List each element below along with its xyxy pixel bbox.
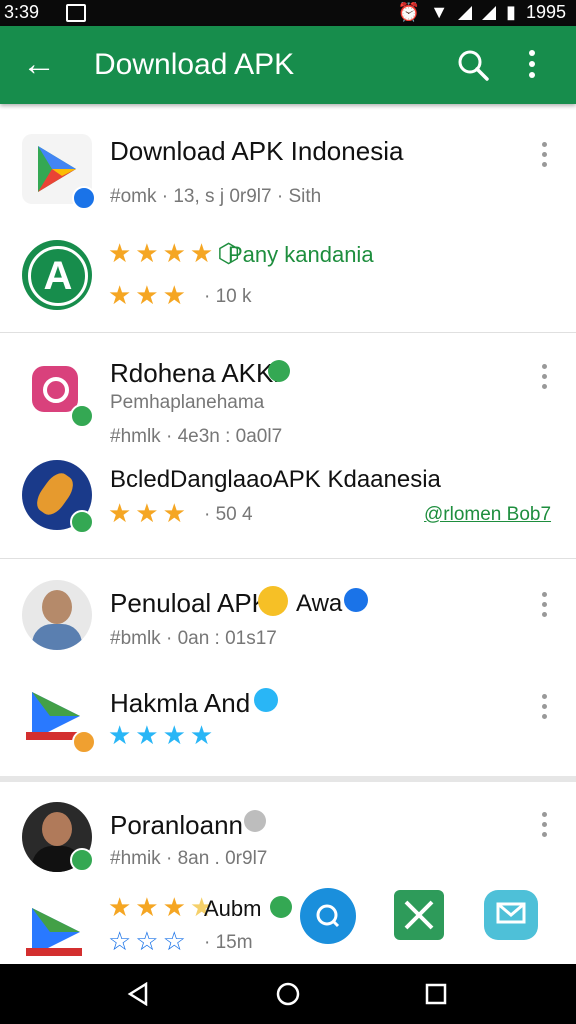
message-icon	[496, 902, 526, 924]
battery-percent: 1995	[525, 2, 566, 22]
app-name: BcledDanglaaoAPK Kdaanesia	[110, 466, 441, 493]
app-name-suffix: Awa	[296, 590, 343, 617]
rating-stars: ★★★★⬡	[108, 238, 244, 268]
list-item[interactable]: BcledDanglaaoAPK Kdaanesia ★★★ · 50 4 @r…	[0, 446, 576, 558]
page-title: Download APK	[94, 48, 295, 81]
back-arrow-icon[interactable]: ←	[22, 44, 56, 84]
developer-link[interactable]: @rlomen Bob7	[424, 504, 551, 526]
play-store-icon	[22, 896, 92, 966]
verified-badge-icon	[70, 404, 94, 428]
list-item[interactable]: A ★★★★⬡ Pany kandania ★★★ · 10 k	[0, 220, 576, 332]
verified-badge-icon	[72, 186, 96, 210]
app-name: Rdohena AKKl	[110, 358, 280, 388]
pending-badge-icon	[244, 810, 266, 832]
item-menu-icon[interactable]	[542, 592, 550, 622]
list-item[interactable]: Penuloal APK Awa #bmlk · 0an : 01s17	[0, 560, 576, 660]
battery-icon: ▮	[506, 2, 516, 22]
tools-fab[interactable]	[394, 890, 444, 940]
search-fab[interactable]	[300, 888, 356, 944]
message-fab[interactable]	[484, 890, 538, 940]
avatar	[22, 580, 92, 650]
back-icon[interactable]	[126, 982, 150, 1006]
app-subtitle: Pemhaplanehama	[110, 392, 265, 413]
app-bar: ← Download APK	[0, 26, 576, 104]
app-logo-a-icon: A	[22, 240, 92, 310]
item-menu-icon[interactable]	[542, 694, 550, 724]
verified-badge-icon	[268, 360, 290, 382]
app-name: Pany kandania	[228, 242, 374, 267]
card-2: Rdohena AKKl Pemhaplanehama #hmlk · 4e3n…	[0, 334, 576, 559]
search-icon	[316, 904, 340, 928]
badge-icon	[72, 730, 96, 754]
emoji-icon	[258, 586, 288, 616]
app-name: Hakmla And	[110, 688, 251, 718]
status-icons: ⏰ ▼ ▮ 1995	[398, 2, 566, 23]
app-meta: · 10 k	[204, 286, 252, 307]
rating-stars: ☆☆☆	[108, 926, 190, 956]
signal-icon	[458, 5, 473, 20]
home-icon[interactable]	[276, 982, 300, 1006]
tools-icon	[404, 900, 434, 930]
verified-badge-icon	[70, 510, 94, 534]
list-item[interactable]: Rdohena AKKl Pemhaplanehama #hmlk · 4e3n…	[0, 334, 576, 447]
app-meta: #omk · 13, s j 0r9l7 · Sith	[110, 186, 322, 207]
app-meta: · 15m	[204, 932, 253, 953]
verified-badge-icon	[344, 588, 368, 612]
search-icon[interactable]	[456, 48, 490, 82]
recents-icon[interactable]	[424, 982, 448, 1006]
image-notification-icon	[66, 4, 86, 22]
app-name: Download APK Indonesia	[110, 136, 404, 166]
system-nav-bar	[0, 964, 576, 1024]
app-meta: #bmlk · 0an : 01s17	[110, 628, 277, 649]
clock: 3:39	[4, 2, 40, 22]
status-bar: 3:39 ⏰ ▼ ▮ 1995	[0, 0, 576, 26]
rating-stars: ★★★★	[108, 892, 218, 922]
signal-icon-2	[482, 5, 497, 20]
item-menu-icon[interactable]	[542, 364, 550, 394]
verified-badge-icon	[270, 896, 292, 918]
item-menu-icon[interactable]	[542, 812, 550, 842]
wifi-icon: ▼	[430, 2, 449, 22]
item-menu-icon[interactable]	[542, 142, 550, 172]
list-item[interactable]: Poranloann #hmik · 8an . 0r9l7	[0, 782, 576, 876]
verified-badge-icon	[70, 848, 94, 872]
list-item[interactable]: Download APK Indonesia #omk · 13, s j 0r…	[0, 110, 576, 220]
card-3: Penuloal APK Awa #bmlk · 0an : 01s17 Hak…	[0, 560, 576, 782]
app-meta: · 50 4	[204, 504, 253, 525]
app-name: Penuloal APK	[110, 588, 270, 618]
list-item[interactable]: Hakmla And ★★★★	[0, 666, 576, 776]
verified-badge-icon	[254, 688, 278, 712]
rating-stars: ★★★	[108, 498, 190, 528]
overflow-menu-icon[interactable]	[526, 50, 538, 80]
app-name: Poranloann	[110, 810, 243, 840]
app-meta: #hmlk · 4e3n : 0a0l7	[110, 426, 283, 447]
rating-stars: ★★★	[108, 280, 190, 310]
alarm-icon: ⏰	[397, 2, 421, 22]
card-1: Download APK Indonesia #omk · 13, s j 0r…	[0, 110, 576, 333]
rating-stars: ★★★★	[108, 720, 218, 750]
app-meta: #hmik · 8an . 0r9l7	[110, 848, 268, 869]
app-name: Aubm	[204, 896, 262, 921]
